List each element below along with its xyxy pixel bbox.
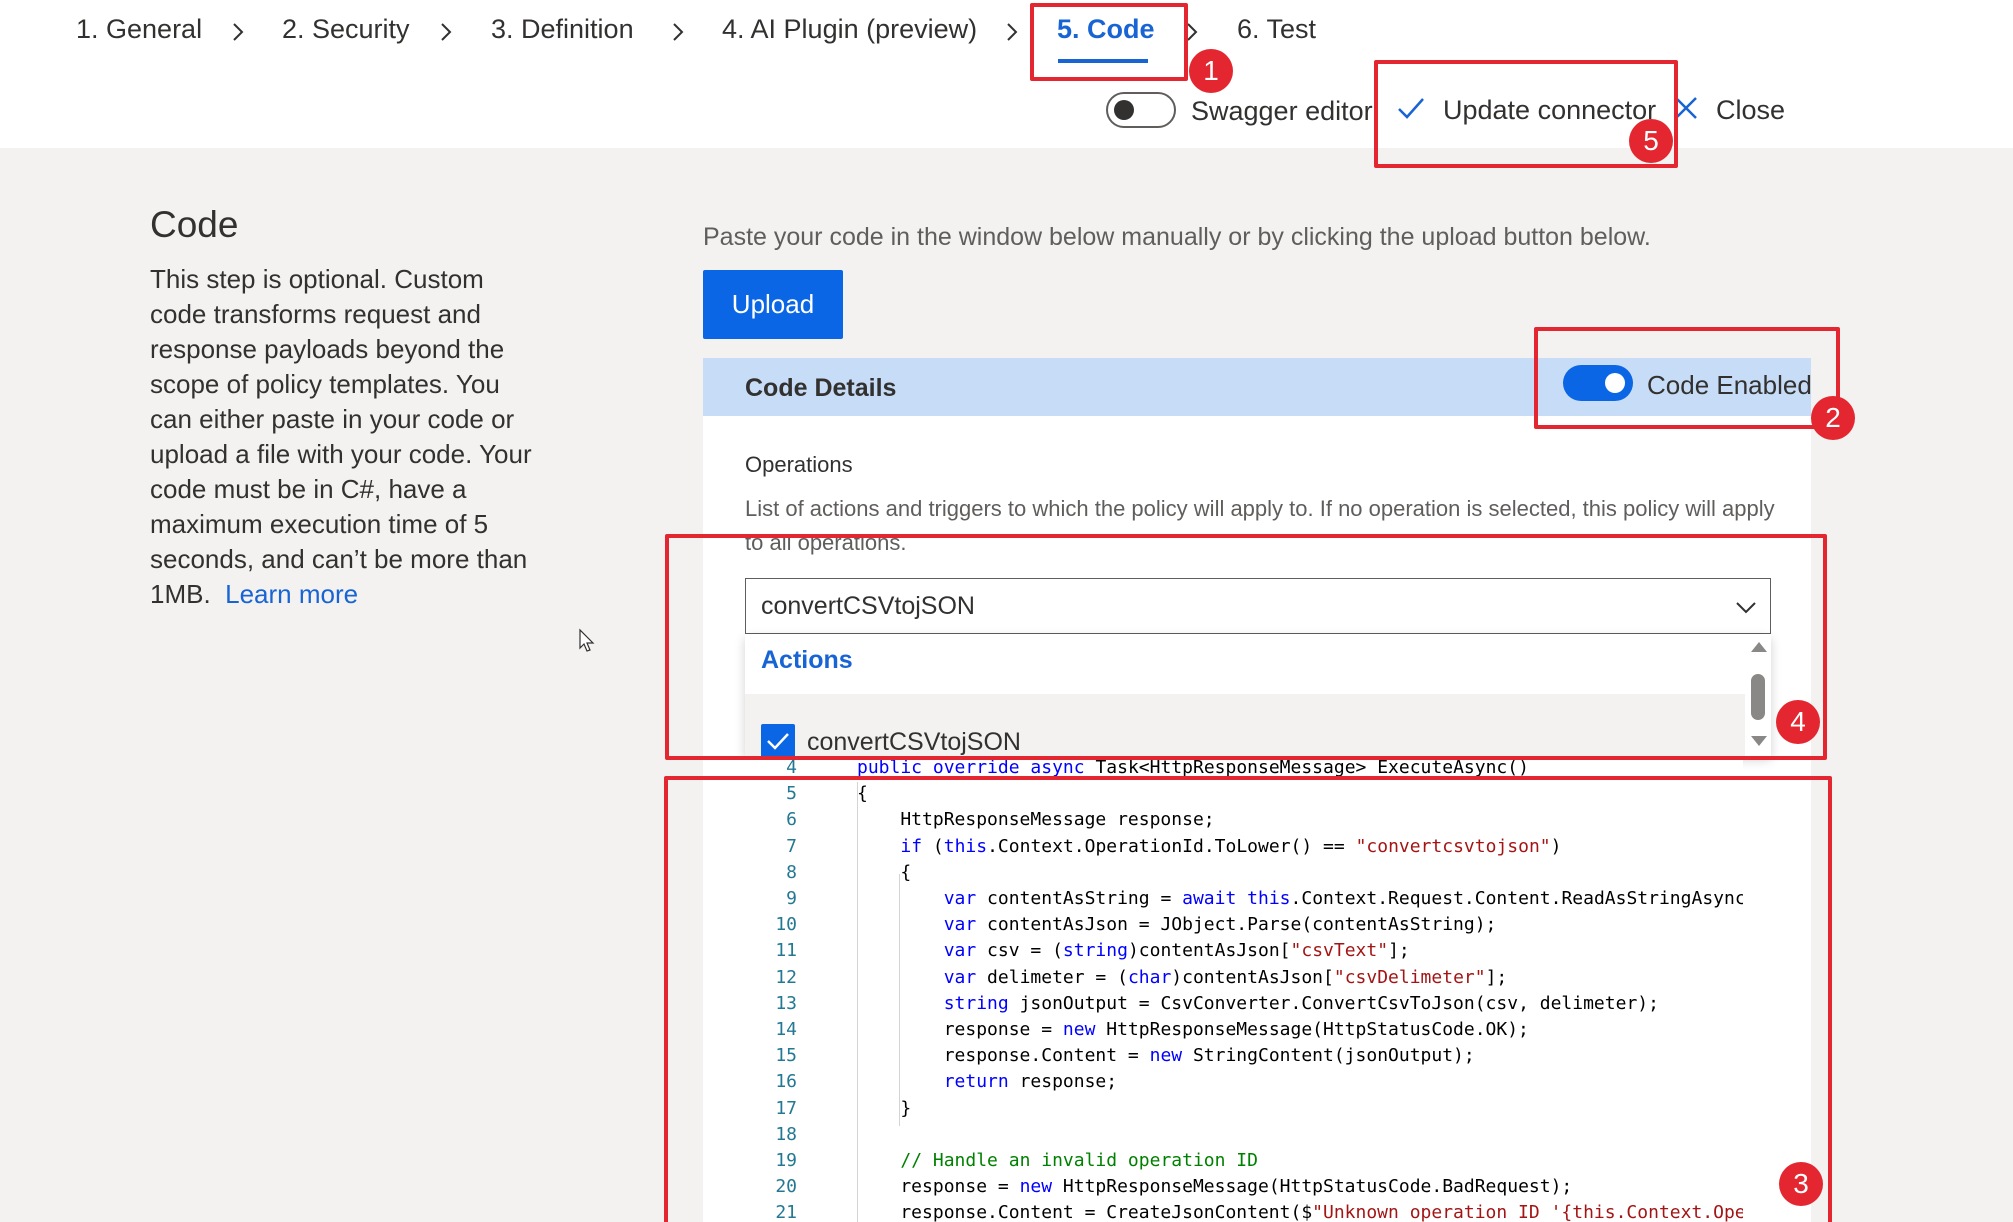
- wizard-header: 1. General 2. Security 3. Definition 4. …: [0, 0, 2013, 148]
- upload-button[interactable]: Upload: [703, 270, 843, 339]
- paste-hint: Paste your code in the window below manu…: [703, 223, 1651, 251]
- toggle-knob: [1114, 100, 1134, 120]
- annotation-box-code-editor: [664, 776, 1832, 1222]
- close-label: Close: [1716, 94, 1786, 125]
- close-button[interactable]: Close: [1672, 88, 1785, 132]
- section-description: This step is optional. Custom code trans…: [150, 262, 540, 612]
- line-number: 4: [786, 757, 797, 778]
- step-test[interactable]: 6. Test: [1237, 14, 1316, 45]
- annotation-badge: 1: [1189, 49, 1233, 93]
- description-text: This step is optional. Custom code trans…: [150, 264, 532, 609]
- chevron-right-icon: [434, 20, 458, 44]
- page-title: Code: [150, 204, 239, 245]
- operations-label: Operations: [745, 452, 853, 477]
- step-security[interactable]: 2. Security: [282, 14, 410, 45]
- swagger-editor-toggle[interactable]: [1106, 92, 1176, 128]
- code-details-title: Code Details: [745, 374, 897, 402]
- code-text: public override async Task<HttpResponseM…: [857, 757, 1529, 778]
- step-ai-plugin[interactable]: 4. AI Plugin (preview): [722, 14, 977, 45]
- step-definition[interactable]: 3. Definition: [491, 14, 634, 45]
- annotation-badge: 5: [1629, 119, 1673, 163]
- chevron-right-icon: [226, 20, 250, 44]
- annotation-badge: 3: [1779, 1162, 1823, 1206]
- annotation-badge: 2: [1811, 396, 1855, 440]
- annotation-box-code-enabled: [1534, 327, 1840, 429]
- annotation-box-code-tab: [1030, 3, 1188, 81]
- swagger-editor-label: Swagger editor: [1191, 96, 1373, 126]
- step-general[interactable]: 1. General: [76, 14, 202, 45]
- learn-more-link[interactable]: Learn more: [225, 579, 358, 609]
- chevron-right-icon: [1000, 20, 1024, 44]
- annotation-box-operations: [665, 534, 1827, 760]
- annotation-badge: 4: [1776, 700, 1820, 744]
- mouse-cursor-icon: [579, 628, 595, 652]
- chevron-right-icon: [666, 20, 690, 44]
